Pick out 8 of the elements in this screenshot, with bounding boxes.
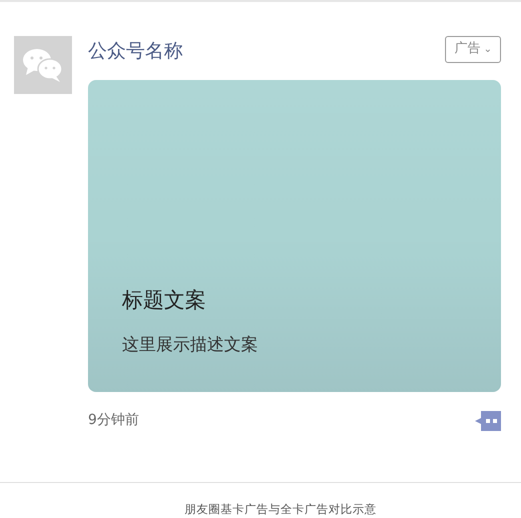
ad-card[interactable]: 标题文案 这里展示描述文案 <box>88 80 501 392</box>
comment-icon[interactable] <box>475 410 501 430</box>
card-description: 这里展示描述文案 <box>122 334 259 356</box>
ad-tag-dropdown[interactable]: 广告 ⌄ <box>445 36 501 63</box>
account-name[interactable]: 公众号名称 <box>88 38 183 64</box>
card-title: 标题文案 <box>122 287 207 314</box>
post-time: 9分钟前 <box>88 411 139 430</box>
caption: 朋友圈基卡广告与全卡广告对比示意 <box>184 501 378 518</box>
